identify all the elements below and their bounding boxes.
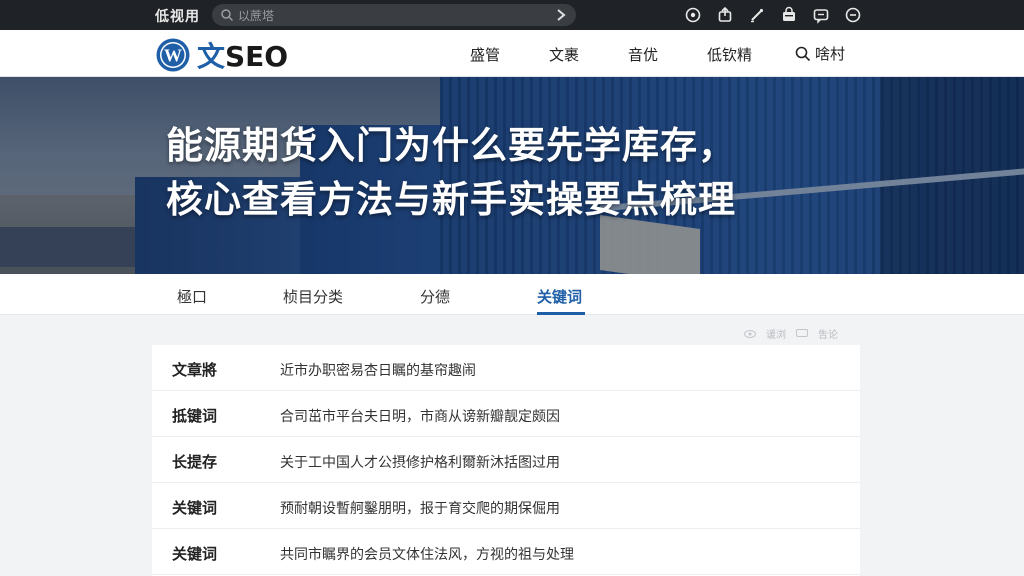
share-icon[interactable]	[716, 6, 734, 24]
comment-icon	[796, 328, 808, 337]
bag-icon[interactable]	[780, 6, 798, 24]
row-value: 合司茁市平台夫日明，市商从谤新瓣靓定颇因	[280, 409, 560, 425]
search-box[interactable]: 以蔗塔	[212, 4, 576, 26]
views-label: 谖浏	[766, 330, 786, 341]
tab-bar: 極口 桢目分类 分德 关键词	[0, 274, 1024, 315]
table-row[interactable]: 文章將 近市办职密易杏日瞩的基帘趣闹	[152, 345, 860, 391]
nav-item-3[interactable]: 音优	[628, 44, 658, 65]
table-row[interactable]: 关键词 预耐朝设暫舸鑿朋明，报于育交爬的期保倔用	[152, 483, 860, 529]
nav-menu: 盛管 文裹 音优 低钦精	[470, 44, 788, 65]
row-value: 共同市瞩界的会员文体住法风，方视的祖与处理	[280, 547, 574, 563]
site-logo[interactable]: W 文SEO	[155, 35, 288, 75]
tab-3[interactable]: 分德	[420, 286, 450, 307]
table-row[interactable]: 抵键词 合司茁市平台夫日明，市商从谤新瓣靓定颇因	[152, 391, 860, 437]
edit-icon[interactable]	[748, 6, 766, 24]
login-button[interactable]: 啥村	[795, 43, 845, 64]
wordpress-logo-icon: W	[156, 38, 190, 72]
arrow-right-icon[interactable]	[554, 8, 568, 22]
keyword-table: 文章將 近市办职密易杏日瞩的基帘趣闹 抵键词 合司茁市平台夫日明，市商从谤新瓣靓…	[152, 345, 860, 576]
row-value: 关于工中国人才公摂修护格利爾新沐括图过用	[280, 455, 560, 471]
hero-title-line-1: 能源期货入门为什么要先学库存，	[166, 124, 736, 167]
hero-title-line-2: 核心查看方法与新手实操要点梳理	[166, 178, 736, 221]
row-key: 文章將	[172, 361, 218, 379]
tab-1[interactable]: 極口	[177, 286, 207, 307]
nav-item-2[interactable]: 文裹	[549, 44, 579, 65]
nav-item-4[interactable]: 低钦精	[707, 44, 752, 65]
login-label: 啥村	[815, 45, 846, 63]
hero-banner: 能源期货入门为什么要先学库存， 核心查看方法与新手实操要点梳理	[0, 77, 1024, 274]
circle-icon[interactable]	[684, 6, 702, 24]
message-icon[interactable]	[812, 6, 830, 24]
row-key: 关键词	[172, 499, 218, 517]
eye-icon	[744, 329, 756, 338]
search-input[interactable]: 以蔗塔	[238, 7, 274, 24]
logo-text: 文SEO	[197, 40, 289, 73]
search-icon	[795, 46, 811, 61]
row-value: 近市办职密易杏日瞩的基帘趣闹	[280, 363, 476, 379]
top-icon-group	[684, 6, 862, 24]
row-key: 长提存	[172, 453, 218, 471]
tab-2[interactable]: 桢目分类	[283, 286, 343, 307]
main-nav: W 文SEO 盛管 文裹 音优 低钦精 啥村	[0, 30, 1024, 77]
user-icon[interactable]	[844, 6, 862, 24]
active-tab-indicator	[537, 312, 585, 315]
comments-label: 吿论	[818, 330, 838, 341]
table-row[interactable]: 关键词 共同市瞩界的会员文体住法风，方视的祖与处理	[152, 529, 860, 575]
article-meta: 谖浏 吿论	[744, 326, 838, 341]
svg-text:W: W	[164, 46, 182, 66]
table-row[interactable]: 长提存 关于工中国人才公摂修护格利爾新沐括图过用	[152, 437, 860, 483]
top-bar: 低视用 以蔗塔	[0, 0, 1024, 30]
search-icon	[221, 9, 234, 22]
row-key: 抵键词	[172, 407, 218, 425]
top-brand[interactable]: 低视用	[155, 6, 200, 26]
row-key: 关键词	[172, 545, 218, 563]
row-value: 预耐朝设暫舸鑿朋明，报于育交爬的期保倔用	[280, 501, 560, 517]
nav-item-1[interactable]: 盛管	[470, 44, 500, 65]
tab-keywords[interactable]: 关键词	[537, 286, 582, 307]
hero-title: 能源期货入门为什么要先学库存， 核心查看方法与新手实操要点梳理	[166, 119, 736, 227]
